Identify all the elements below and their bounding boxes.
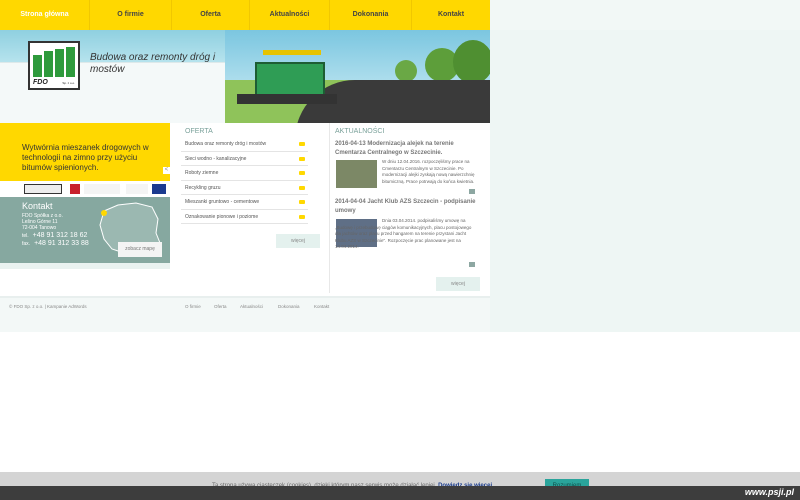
- logo-text: FDO: [33, 79, 48, 86]
- eu-logo-1-icon: [24, 184, 62, 194]
- offer-more-button[interactable]: więcej: [276, 234, 320, 248]
- offer-item-sewage[interactable]: Sieci wodno - kanalizacyjne: [181, 152, 308, 166]
- footer: © FDO Sp. z o.o. | Kampanie AdWords O fi…: [0, 298, 490, 332]
- bullet-icon: [299, 156, 305, 161]
- contact-city: 72-004 Tanowo: [22, 225, 57, 231]
- promo-arrow-icon[interactable]: <: [163, 167, 170, 174]
- bullet-icon: [299, 200, 305, 204]
- news-item-image[interactable]: [336, 160, 377, 188]
- footer-link-about[interactable]: O firmie: [185, 304, 201, 309]
- eu-logos-strip: [0, 181, 170, 197]
- offer-heading: OFERTA: [185, 128, 213, 135]
- watermark-bar: www.psji.pl: [0, 486, 800, 500]
- news-more-icon[interactable]: [469, 262, 475, 267]
- column-divider: [329, 123, 330, 293]
- nav-item-about[interactable]: O firmie: [90, 0, 172, 30]
- news-heading: AKTUALNOŚCI: [335, 128, 385, 135]
- news-item-title[interactable]: 2016-04-13 Modernizacja alejek na tereni…: [335, 140, 480, 158]
- footer-link-contact[interactable]: Kontakt: [314, 304, 329, 309]
- nav-item-home[interactable]: Strona główna: [0, 0, 90, 30]
- footer-link-achievements[interactable]: Dokonania: [278, 304, 300, 309]
- contact-title: Kontakt: [22, 201, 53, 211]
- main-nav: Strona główna O firmie Oferta Aktualnośc…: [0, 0, 490, 30]
- page-background-right: [490, 0, 800, 332]
- company-logo[interactable]: FDO Sp. z o.o.: [28, 41, 80, 90]
- news-item-text: W dniu 12.04.2016. rozpoczęliśmy prace n…: [382, 159, 475, 184]
- nav-item-contact[interactable]: Kontakt: [412, 0, 490, 30]
- contact-fax: fax. +48 91 312 33 88: [22, 240, 89, 247]
- page-background-right-top: [490, 0, 800, 30]
- contact-bottom-strip: [0, 263, 170, 269]
- offer-item-soil-cement[interactable]: Mieszanki gruntowo - cementowe: [181, 195, 308, 210]
- watermark-text: www.psji.pl: [744, 487, 794, 497]
- offer-list: Budowa oraz remonty dróg i mostów Sieci …: [181, 137, 308, 224]
- news-more-button[interactable]: więcej: [436, 277, 480, 291]
- bullet-icon: [299, 171, 305, 175]
- offer-item-signage[interactable]: Oznakowanie pionowe i poziome: [181, 210, 308, 224]
- bullet-icon: [299, 214, 305, 219]
- news-item-title[interactable]: 2014-04-04 Jacht Klub AZS Szczecin - pod…: [335, 198, 480, 216]
- promo-text: Wytwórnia mieszanek drogowych w technolo…: [22, 143, 149, 172]
- logo-bars-icon: [33, 47, 75, 77]
- header-photo-paver: [225, 30, 490, 123]
- contact-phone: tel. +48 91 312 18 62: [22, 232, 88, 239]
- bullet-icon: [299, 142, 305, 146]
- footer-copyright[interactable]: © FDO Sp. z o.o. | Kampanie AdWords: [9, 304, 87, 309]
- eu-logo-2-icon: [70, 184, 80, 194]
- footer-link-news[interactable]: Aktualności: [240, 304, 263, 309]
- bullet-icon: [299, 185, 305, 190]
- news-item-text: Dnia 03.04.2014. podpisaliśmy umowę na „…: [335, 218, 472, 249]
- nav-item-achievements[interactable]: Dokonania: [330, 0, 412, 30]
- offer-item-recycling[interactable]: Recykling gruzu: [181, 181, 308, 195]
- eu-logo-4-icon: [126, 184, 148, 194]
- see-map-button[interactable]: zobacz mapę: [118, 242, 162, 257]
- nav-item-news[interactable]: Aktualności: [250, 0, 330, 30]
- header-slogan: Budowa oraz remonty dróg i mostów: [90, 52, 216, 75]
- news-more-icon[interactable]: [469, 189, 475, 194]
- offer-item-roads[interactable]: Budowa oraz remonty dróg i mostów: [181, 137, 308, 152]
- logo-subtext: Sp. z o.o.: [62, 81, 75, 85]
- eu-logo-3-icon: [84, 184, 120, 194]
- eu-flag-icon: [152, 184, 166, 194]
- nav-item-offer[interactable]: Oferta: [172, 0, 250, 30]
- offer-item-earthworks[interactable]: Roboty ziemne: [181, 166, 308, 181]
- footer-link-offer[interactable]: Oferta: [214, 304, 227, 309]
